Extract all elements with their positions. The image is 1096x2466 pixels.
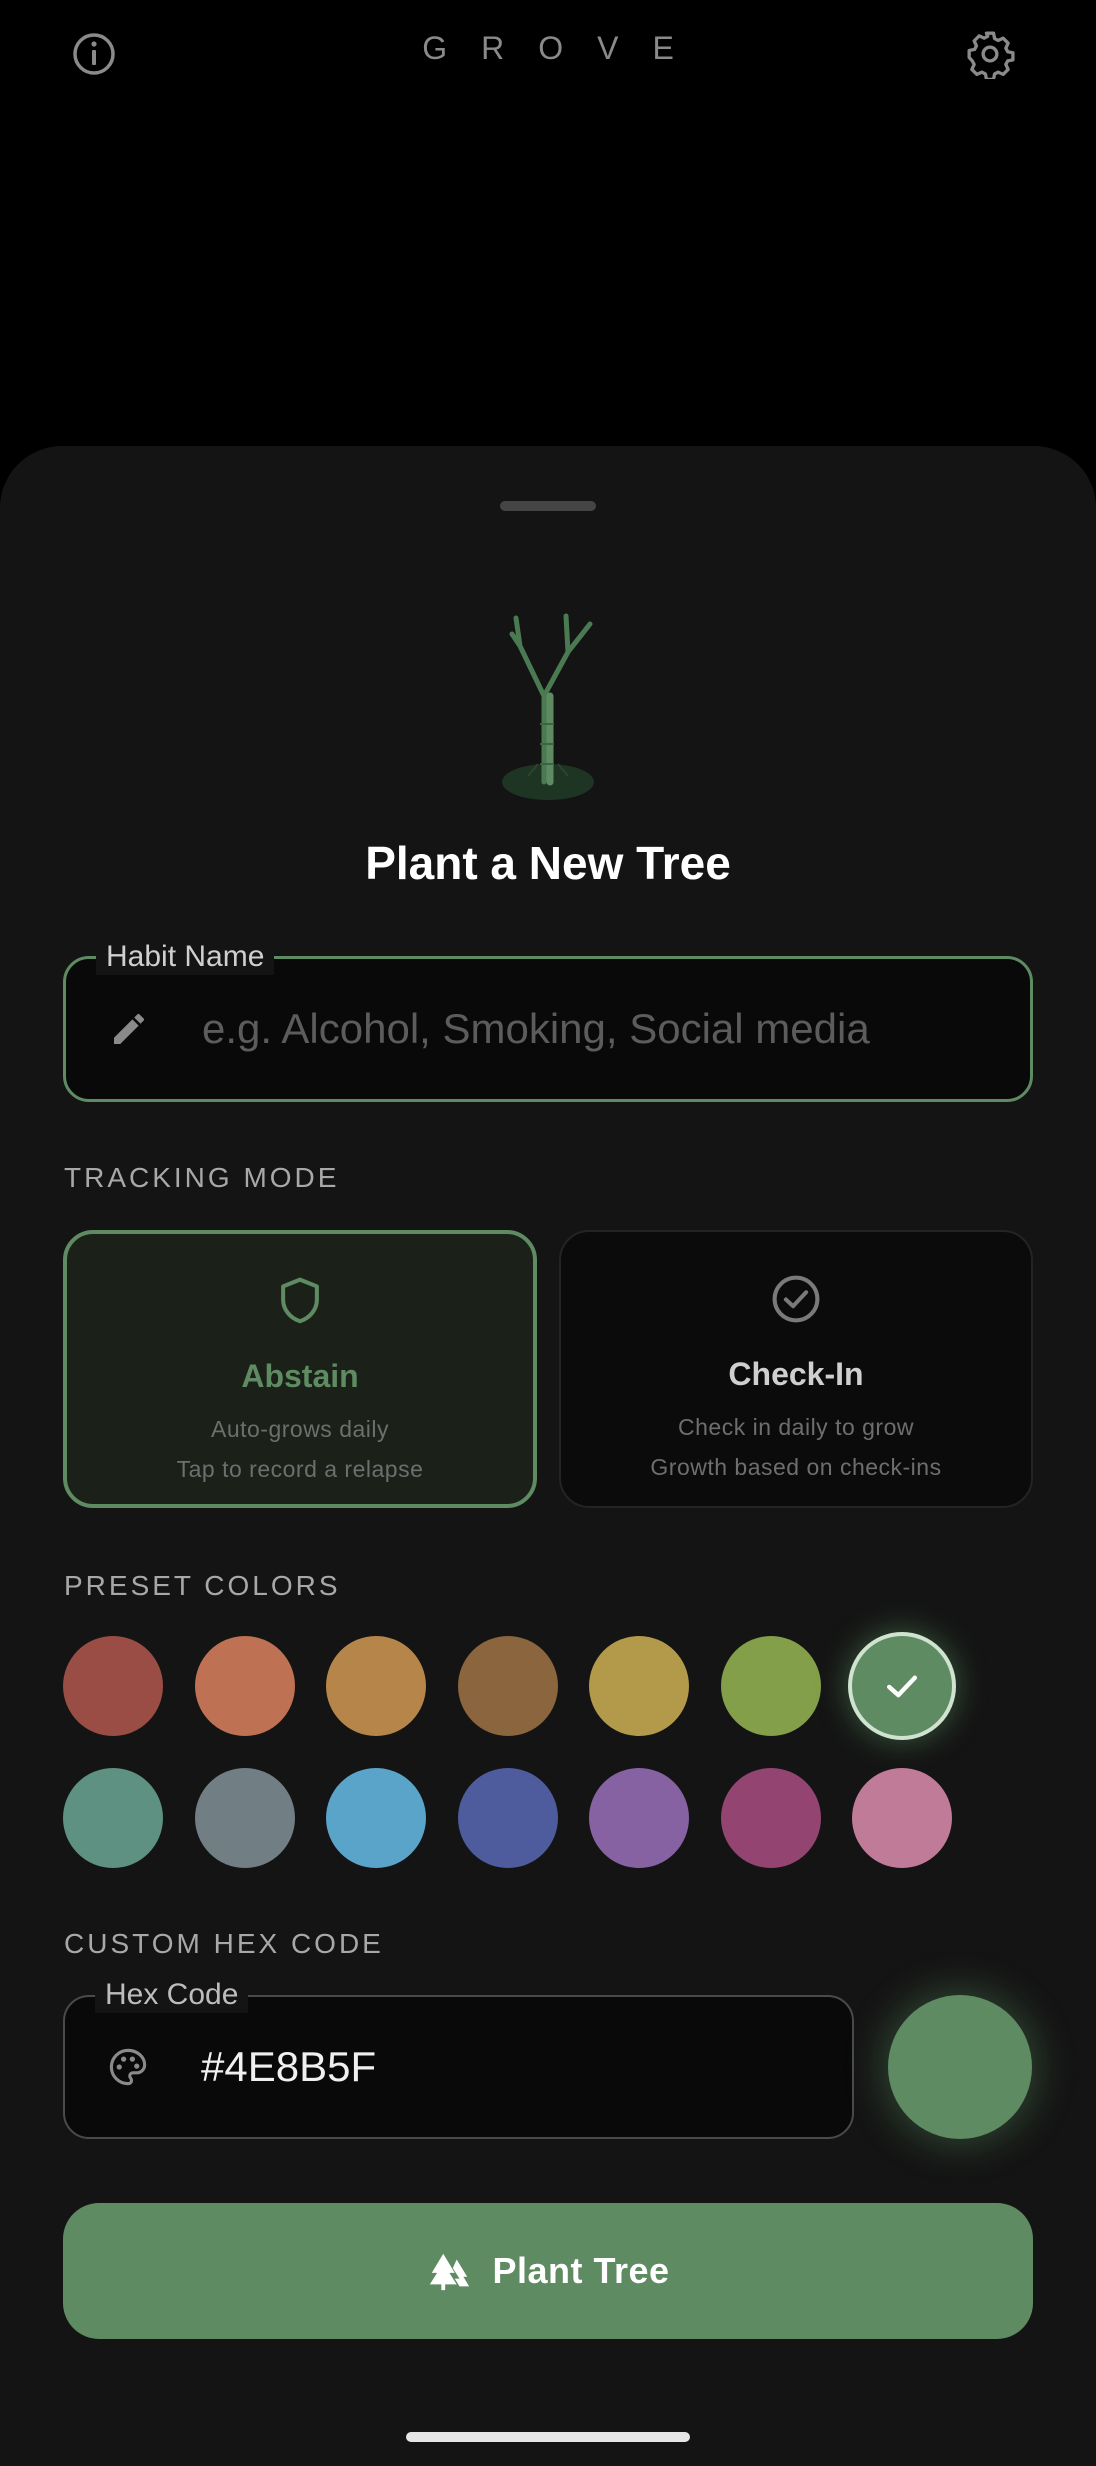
settings-gear-icon[interactable] [958,22,1022,86]
sapling-illustration [502,613,594,800]
habit-name-placeholder: e.g. Alcohol, Smoking, Social media [202,1005,870,1052]
color-swatch[interactable] [457,1768,558,1868]
plant-tree-button[interactable]: Plant Tree [63,2203,1033,2339]
tracking-mode-label: TRACKING MODE [64,1162,340,1193]
habit-name-field[interactable]: Habit Name e.g. Alcohol, Smoking, Social… [63,939,1033,1102]
sheet-title: Plant a New Tree [365,837,731,889]
color-swatch[interactable] [194,1768,295,1868]
color-swatch[interactable] [326,1768,426,1868]
palette-icon [105,2044,151,2090]
trees-icon [430,2253,470,2291]
color-swatch[interactable] [720,1636,821,1736]
color-swatch[interactable] [720,1768,821,1868]
mode-checkin-line2: Growth based on check-ins [650,1454,942,1480]
preset-colors-label: PRESET COLORS [64,1570,341,1601]
sheet-drag-handle[interactable] [500,501,596,511]
shield-icon [281,1277,319,1324]
hex-code-field[interactable]: Hex Code #4E8B5F [63,1977,854,2139]
color-swatch[interactable] [63,1768,163,1868]
color-swatch[interactable] [457,1636,558,1736]
color-swatch[interactable] [589,1768,689,1868]
mode-abstain-line2: Tap to record a relapse [176,1456,424,1482]
custom-hex-label: CUSTOM HEX CODE [64,1928,384,1959]
app-brand: GROVE [422,30,708,66]
mode-abstain-line1: Auto-grows daily [210,1416,390,1442]
color-swatch[interactable] [852,1636,952,1736]
hex-code-label: Hex Code [95,1977,249,2013]
color-swatch[interactable] [326,1636,426,1736]
new-tree-sheet: Plant a New Tree Habit Name e.g. Alcohol… [0,446,1096,2466]
color-preview-swatch [888,1995,1032,2139]
home-indicator[interactable] [406,2432,690,2442]
mode-checkin-title: Check-In [728,1356,864,1392]
mode-abstain-card[interactable]: Abstain Auto-grows daily Tap to record a… [63,1230,537,1508]
mode-abstain-title: Abstain [241,1358,359,1394]
hex-code-value: #4E8B5F [201,2043,377,2090]
checkmark-icon [852,1636,952,1736]
habit-name-label: Habit Name [96,939,275,975]
top-bar: GROVE [0,0,1096,110]
pencil-icon [106,1006,152,1052]
mode-checkin-line1: Check in daily to grow [678,1414,914,1440]
color-swatch[interactable] [589,1636,689,1736]
plant-tree-label: Plant Tree [492,2250,670,2291]
check-circle-icon [772,1275,820,1323]
color-swatch[interactable] [852,1768,952,1868]
color-swatch[interactable] [194,1636,295,1736]
mode-checkin-card[interactable]: Check-In Check in daily to grow Growth b… [559,1230,1033,1508]
color-swatch[interactable] [63,1636,163,1736]
